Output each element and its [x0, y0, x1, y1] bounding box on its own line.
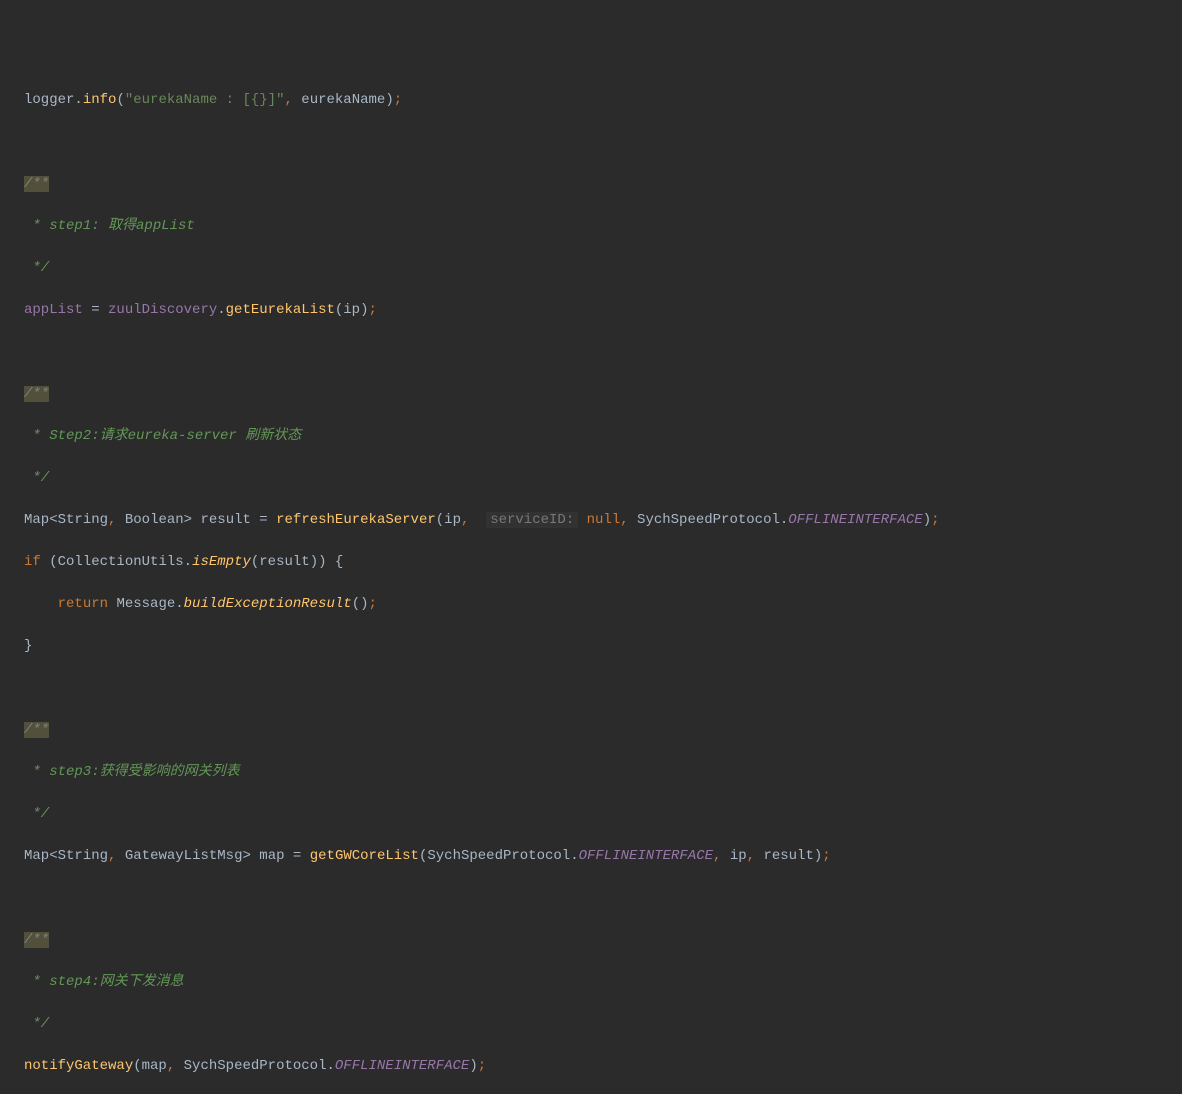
blank-line [24, 678, 1182, 699]
identifier: ip [343, 302, 360, 318]
doc-comment-line: /** [24, 930, 1182, 951]
doc-comment-line: * step4:网关下发消息 [24, 972, 1182, 993]
doc-comment-line: */ [24, 468, 1182, 489]
type: SychSpeedProtocol [184, 1058, 327, 1074]
code-line: Map<String, GatewayListMsg> map = getGWC… [24, 846, 1182, 867]
type: Message [116, 596, 175, 612]
doc-body: * Step2:请求eureka-server 刷新状态 [24, 428, 301, 444]
identifier: map [259, 848, 284, 864]
method-call: getGWCoreList [310, 848, 419, 864]
doc-close: */ [24, 1016, 49, 1032]
field: zuulDiscovery [108, 302, 217, 318]
constant: OFFLINEINTERFACE [788, 512, 922, 528]
type: GatewayListMsg [125, 848, 243, 864]
type: CollectionUtils [58, 554, 184, 570]
doc-close: */ [24, 260, 49, 276]
doc-open: /** [24, 722, 49, 738]
identifier: eurekaName [301, 92, 385, 108]
identifier: logger [24, 92, 74, 108]
doc-comment-line: /** [24, 174, 1182, 195]
method-call: getEurekaList [226, 302, 335, 318]
blank-line [24, 342, 1182, 363]
doc-body: * step4:网关下发消息 [24, 974, 184, 990]
identifier: result [763, 848, 813, 864]
type: Boolean [125, 512, 184, 528]
keyword-return: return [58, 596, 108, 612]
method-call: isEmpty [192, 554, 251, 570]
method-call: refreshEurekaServer [276, 512, 436, 528]
type: Map [24, 512, 49, 528]
doc-comment-line: /** [24, 384, 1182, 405]
code-line: logger.info("eurekaName : [{}]", eurekaN… [24, 90, 1182, 111]
identifier: result [200, 512, 250, 528]
doc-body: * step1: 取得appList [24, 218, 195, 234]
method-call: info [83, 92, 117, 108]
doc-comment-line: * step3:获得受影响的网关列表 [24, 762, 1182, 783]
type: SychSpeedProtocol [637, 512, 780, 528]
identifier: ip [730, 848, 747, 864]
keyword-null: null [587, 512, 621, 528]
code-line: appList = zuulDiscovery.getEurekaList(ip… [24, 300, 1182, 321]
doc-comment-line: */ [24, 804, 1182, 825]
field: appList [24, 302, 83, 318]
code-editor[interactable]: logger.info("eurekaName : [{}]", eurekaN… [24, 90, 1182, 1094]
type: Map [24, 848, 49, 864]
method-call: notifyGateway [24, 1058, 133, 1074]
doc-close: */ [24, 470, 49, 486]
code-line: Map<String, Boolean> result = refreshEur… [24, 510, 1182, 531]
identifier: ip [444, 512, 461, 528]
doc-body: * step3:获得受影响的网关列表 [24, 764, 240, 780]
keyword-if: if [24, 554, 41, 570]
code-line: notifyGateway(map, SychSpeedProtocol.OFF… [24, 1056, 1182, 1077]
method-call: buildExceptionResult [184, 596, 352, 612]
param-hint: serviceID: [486, 512, 578, 528]
doc-open: /** [24, 386, 49, 402]
doc-comment-line: */ [24, 1014, 1182, 1035]
identifier: result [259, 554, 309, 570]
constant: OFFLINEINTERFACE [579, 848, 713, 864]
identifier: map [142, 1058, 167, 1074]
code-line: if (CollectionUtils.isEmpty(result)) { [24, 552, 1182, 573]
doc-comment-line: * step1: 取得appList [24, 216, 1182, 237]
code-line: } [24, 636, 1182, 657]
blank-line [24, 132, 1182, 153]
constant: OFFLINEINTERFACE [335, 1058, 469, 1074]
doc-comment-line: */ [24, 258, 1182, 279]
code-line: return Message.buildExceptionResult(); [24, 594, 1182, 615]
string-literal: "eurekaName : [{}]" [125, 92, 285, 108]
doc-close: */ [24, 806, 49, 822]
type: String [58, 512, 108, 528]
blank-line [24, 888, 1182, 909]
doc-comment-line: * Step2:请求eureka-server 刷新状态 [24, 426, 1182, 447]
doc-open: /** [24, 176, 49, 192]
doc-comment-line: /** [24, 720, 1182, 741]
type: SychSpeedProtocol [427, 848, 570, 864]
type: String [58, 848, 108, 864]
doc-open: /** [24, 932, 49, 948]
